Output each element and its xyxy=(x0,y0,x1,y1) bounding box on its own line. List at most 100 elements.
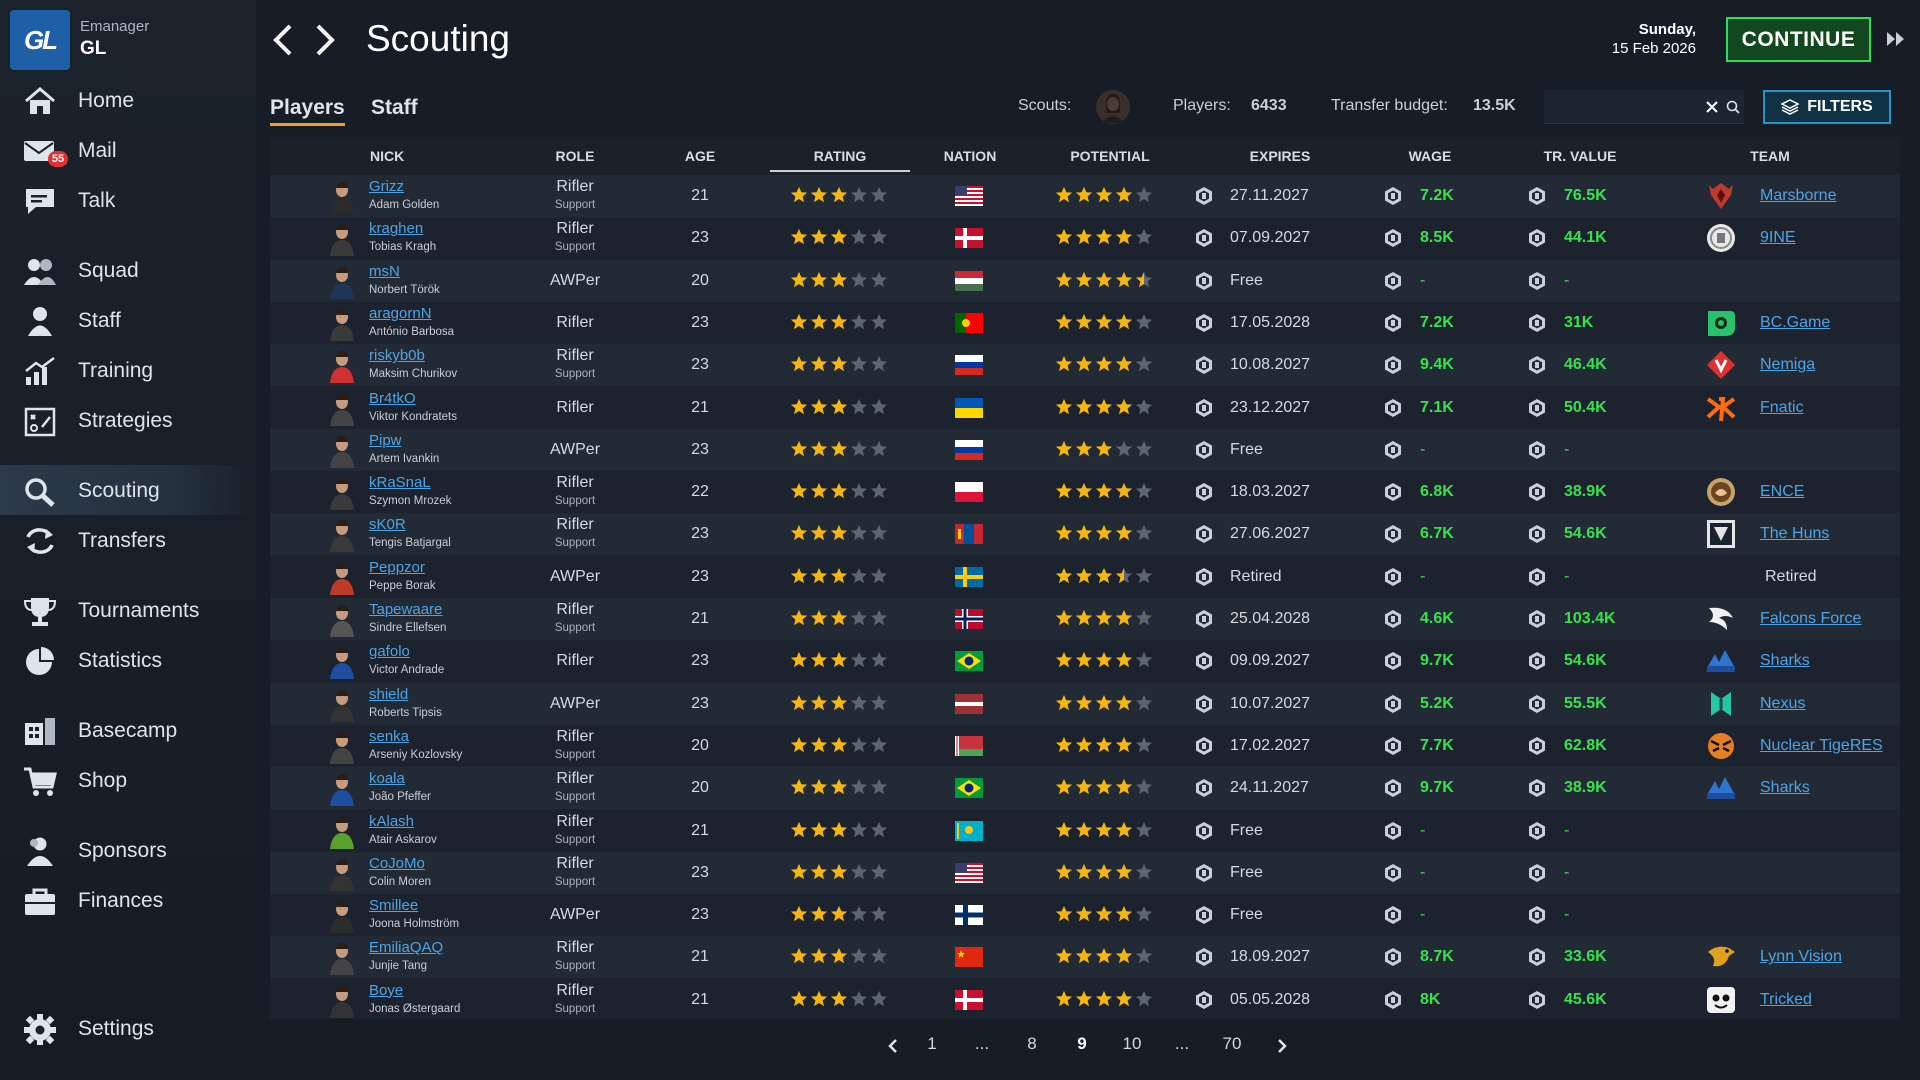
column-tr-value[interactable]: TR. VALUE xyxy=(1530,148,1630,164)
sidebar-item-basecamp[interactable]: Basecamp xyxy=(0,705,256,755)
page-number[interactable]: 8 xyxy=(1017,1034,1047,1054)
game-logo[interactable]: GL xyxy=(10,10,70,70)
table-row[interactable]: shield Roberts Tipsis AWPer 23 10.07.2027 5.2… xyxy=(270,682,1900,725)
player-nick-link[interactable]: shield xyxy=(369,686,408,703)
player-nick-link[interactable]: kRaSnaL xyxy=(369,474,431,491)
player-nick-link[interactable]: Br4tkO xyxy=(369,390,416,407)
clear-icon[interactable] xyxy=(1706,101,1718,113)
team-link[interactable]: Nexus xyxy=(1760,695,1805,713)
table-row[interactable]: CoJoMo Colin Moren Rifler Support 23 Free - - xyxy=(270,851,1900,894)
column-age[interactable]: AGE xyxy=(670,148,730,164)
team-link[interactable]: BC.Game xyxy=(1760,314,1830,332)
player-nick-link[interactable]: Peppzor xyxy=(369,559,425,576)
sidebar-item-tournaments[interactable]: Tournaments xyxy=(0,585,256,635)
table-row[interactable]: sK0R Tengis Batjargal Rifler Support 23 27.06… xyxy=(270,513,1900,556)
table-row[interactable]: kAlash Atair Askarov Rifler Support 21 Free - - xyxy=(270,810,1900,852)
table-row[interactable]: riskyb0b Maksim Churikov Rifler Support 23 10… xyxy=(270,344,1900,387)
table-row[interactable]: kraghen Tobias Kragh Rifler Support 23 07.09.… xyxy=(270,217,1900,259)
team-link[interactable]: Sharks xyxy=(1760,779,1810,797)
player-nick-link[interactable]: Grizz xyxy=(369,178,404,195)
next-page-icon[interactable] xyxy=(1275,1038,1289,1054)
sidebar-item-strategies[interactable]: Strategies xyxy=(0,395,256,445)
sidebar-item-talk[interactable]: Talk xyxy=(0,175,256,225)
player-nick-link[interactable]: aragornN xyxy=(369,305,432,322)
page-number[interactable]: 10 xyxy=(1117,1034,1147,1054)
player-nick-link[interactable]: gafolo xyxy=(369,643,410,660)
player-nick-link[interactable]: Pipw xyxy=(369,432,402,449)
table-row[interactable]: koala João Pfeffer Rifler Support 20 24.11.20… xyxy=(270,767,1900,810)
player-nick-link[interactable]: msN xyxy=(369,263,400,280)
column-nation[interactable]: NATION xyxy=(930,148,1010,164)
table-row[interactable]: Pipw Artem Ivankin AWPer 23 Free - - xyxy=(270,428,1900,471)
column-nick[interactable]: NICK xyxy=(370,148,404,164)
team-link[interactable]: 9INE xyxy=(1760,229,1796,247)
sidebar-item-training[interactable]: Training xyxy=(0,345,256,395)
table-row[interactable]: Boye Jonas Østergaard Rifler Support 21 05.05… xyxy=(270,979,1900,1021)
player-nick-link[interactable]: Boye xyxy=(369,982,403,999)
column-rating[interactable]: RATING xyxy=(770,148,910,172)
player-nick-link[interactable]: CoJoMo xyxy=(369,855,425,872)
column-expires[interactable]: EXPIRES xyxy=(1230,148,1330,164)
sidebar-item-scouting[interactable]: Scouting xyxy=(0,465,256,515)
team-link[interactable]: Falcons Force xyxy=(1760,610,1861,628)
page-number[interactable]: 9 xyxy=(1067,1034,1097,1054)
continue-button[interactable]: CONTINUE xyxy=(1726,17,1871,62)
sidebar-item-shop[interactable]: Shop xyxy=(0,755,256,805)
search-input[interactable] xyxy=(1550,96,1690,118)
sidebar-item-home[interactable]: Home xyxy=(0,75,256,125)
sidebar-item-squad[interactable]: Squad xyxy=(0,245,256,295)
team-link[interactable]: Marsborne xyxy=(1760,187,1836,205)
table-row[interactable]: senka Arseniy Kozlovsky Rifler Support 20 17.… xyxy=(270,725,1900,767)
player-nick-link[interactable]: Tapewaare xyxy=(369,601,442,618)
sidebar-item-finances[interactable]: Finances xyxy=(0,875,256,925)
player-nick-link[interactable]: koala xyxy=(369,770,405,787)
team-link[interactable]: The Huns xyxy=(1760,525,1829,543)
team-link[interactable]: Fnatic xyxy=(1760,399,1804,417)
table-row[interactable]: Tapewaare Sindre Ellefsen Rifler Support 21 2… xyxy=(270,598,1900,640)
sidebar-item-mail[interactable]: Mail 55 xyxy=(0,125,256,175)
player-nick-link[interactable]: kraghen xyxy=(369,220,423,237)
column-potential[interactable]: POTENTIAL xyxy=(1040,148,1180,164)
sidebar-item-transfers[interactable]: Transfers xyxy=(0,515,256,565)
player-nick-link[interactable]: kAlash xyxy=(369,813,414,830)
team-link[interactable]: Lynn Vision xyxy=(1760,948,1842,966)
search-icon[interactable] xyxy=(1726,100,1740,114)
player-nick-link[interactable]: riskyb0b xyxy=(369,347,425,364)
sidebar-item-staff[interactable]: Staff xyxy=(0,295,256,345)
prev-page-icon[interactable] xyxy=(886,1038,900,1054)
table-row[interactable]: aragornN António Barbosa Rifler 23 17.05.202… xyxy=(270,302,1900,344)
column-role[interactable]: ROLE xyxy=(520,148,630,164)
table-row[interactable]: msN Norbert Török AWPer 20 Free - - xyxy=(270,259,1900,302)
forward-arrow-icon[interactable] xyxy=(306,20,342,60)
table-row[interactable]: Peppzor Peppe Borak AWPer 23 Retired - - Retire… xyxy=(270,556,1900,598)
scout-avatar[interactable] xyxy=(1095,89,1131,125)
team-link[interactable]: Nemiga xyxy=(1760,356,1815,374)
tab-staff[interactable]: Staff xyxy=(371,96,418,120)
table-row[interactable]: Br4tkO Viktor Kondratets Rifler 21 23.12.202… xyxy=(270,387,1900,429)
player-real-name: Arseniy Kozlovsky xyxy=(369,748,463,761)
team-link[interactable]: Tricked xyxy=(1760,991,1812,1009)
table-row[interactable]: Smillee Joona Holmström AWPer 23 Free - - xyxy=(270,894,1900,936)
player-nick-link[interactable]: Smillee xyxy=(369,897,418,914)
table-row[interactable]: EmiliaQAQ Junjie Tang Rifler Support 21 18.09… xyxy=(270,936,1900,979)
player-nick-link[interactable]: sK0R xyxy=(369,516,406,533)
tab-players[interactable]: Players xyxy=(270,96,345,126)
table-row[interactable]: Grizz Adam Golden Rifler Support 21 27.11.202… xyxy=(270,175,1900,217)
player-nick-link[interactable]: senka xyxy=(369,728,409,745)
column-team[interactable]: TEAM xyxy=(1730,148,1810,164)
fast-forward-icon[interactable] xyxy=(1884,28,1908,50)
filters-button[interactable]: FILTERS xyxy=(1763,90,1891,124)
page-number[interactable]: 1 xyxy=(917,1034,947,1054)
team-link[interactable]: Sharks xyxy=(1760,652,1810,670)
team-link[interactable]: Nuclear TigeRES xyxy=(1760,737,1883,755)
sidebar-item-statistics[interactable]: Statistics xyxy=(0,635,256,685)
table-row[interactable]: gafolo Victor Andrade Rifler 23 09.09.2027 9.… xyxy=(270,640,1900,682)
sidebar-item-settings[interactable]: Settings xyxy=(0,1003,256,1053)
sidebar-item-sponsors[interactable]: Sponsors xyxy=(0,825,256,875)
column-wage[interactable]: WAGE xyxy=(1400,148,1460,164)
team-link[interactable]: ENCE xyxy=(1760,483,1804,501)
page-number[interactable]: 70 xyxy=(1217,1034,1247,1054)
table-row[interactable]: kRaSnaL Szymon Mrozek Rifler Support 22 18.03… xyxy=(270,471,1900,513)
player-nick-link[interactable]: EmiliaQAQ xyxy=(369,939,443,956)
back-arrow-icon[interactable] xyxy=(266,20,302,60)
